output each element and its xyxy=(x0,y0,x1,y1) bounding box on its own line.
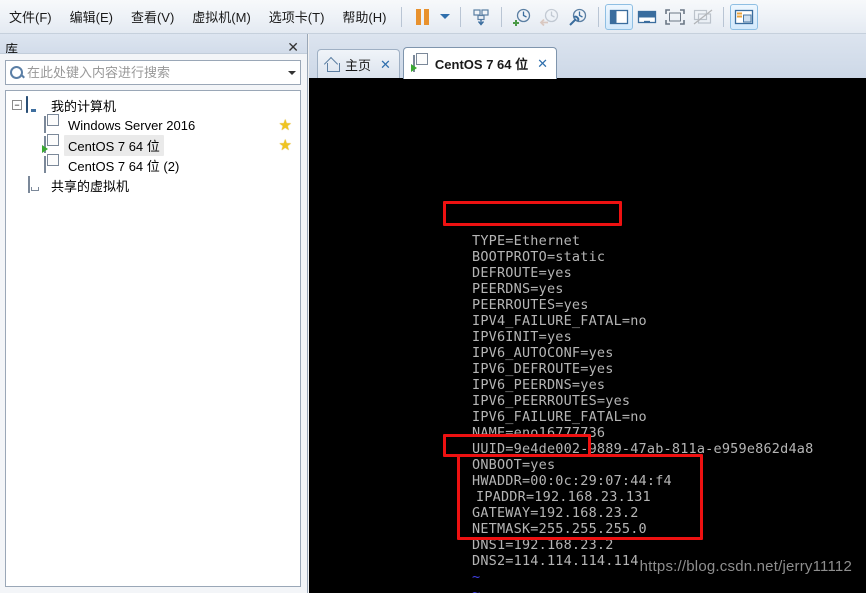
vm-icon xyxy=(43,156,59,173)
highlight-bootproto xyxy=(443,201,622,226)
home-icon xyxy=(326,59,340,72)
sidebar-title: 库 xyxy=(5,42,19,54)
revert-snapshot-button[interactable] xyxy=(536,4,564,30)
library-panel-icon xyxy=(610,9,629,24)
search-input[interactable] xyxy=(23,64,283,81)
chevron-down-icon[interactable] xyxy=(288,70,296,75)
tree-item-label: Windows Server 2016 xyxy=(68,117,196,133)
send-ctrl-alt-del-button[interactable] xyxy=(467,4,495,30)
terminal-line: ONBOOT=yes xyxy=(472,457,556,473)
console-view-icon xyxy=(735,9,754,24)
take-snapshot-button[interactable] xyxy=(508,4,536,30)
pause-icon xyxy=(415,8,429,25)
menu-help[interactable]: 帮助(H) xyxy=(333,3,395,30)
tree-item-centos-7-64[interactable]: CentOS 7 64 位 ★ xyxy=(6,134,300,156)
terminal-line: TYPE=Ethernet xyxy=(472,233,581,249)
fullscreen-icon xyxy=(665,8,686,25)
console-view-button[interactable] xyxy=(730,3,759,30)
vm-icon xyxy=(43,116,59,133)
vm-icon xyxy=(412,54,428,72)
unity-mode-icon xyxy=(694,8,713,25)
terminal-line: PEERDNS=yes xyxy=(472,281,564,297)
menu-vm[interactable]: 虚拟机(M) xyxy=(183,3,260,30)
terminal-line: NAME=eno16777736 xyxy=(472,425,606,441)
vm-icon-running xyxy=(43,136,59,153)
search-icon xyxy=(10,66,23,79)
terminal-empty-line: ~ xyxy=(472,585,481,593)
terminal-line: DNS1=192.168.23.2 xyxy=(472,537,614,553)
tree-item-shared-vms[interactable]: 共享的虚拟机 xyxy=(6,175,300,195)
chevron-down-icon xyxy=(440,14,451,19)
terminal-line: BOOTPROTO=static xyxy=(472,249,606,265)
terminal-line: HWADDR=00:0c:29:07:44:f4 xyxy=(472,473,672,489)
snapshot-revert-icon xyxy=(540,8,559,26)
tree-item-label: 共享的虚拟机 xyxy=(51,178,130,194)
menu-bar: 文件(F) 编辑(E) 查看(V) 虚拟机(M) 选项卡(T) 帮助(H) xyxy=(0,0,866,34)
terminal-line: IPV6_DEFROUTE=yes xyxy=(472,361,614,377)
thumbnail-bar-icon xyxy=(638,10,657,23)
tab-centos-7-64[interactable]: CentOS 7 64 位 ✕ xyxy=(402,47,558,79)
watermark: https://blog.csdn.net/jerry11112 xyxy=(639,558,852,575)
terminal-line: IPV6INIT=yes xyxy=(472,329,572,345)
expander-icon[interactable]: − xyxy=(12,100,22,110)
terminal-line: IPV6_PEERROUTES=yes xyxy=(472,393,631,409)
snapshot-manager-button[interactable] xyxy=(564,4,592,30)
close-icon[interactable]: ✕ xyxy=(537,56,548,72)
favorite-star-icon[interactable]: ★ xyxy=(279,138,292,153)
favorite-star-icon[interactable]: ★ xyxy=(279,118,292,133)
toolbar-divider-5 xyxy=(723,6,725,27)
terminal-line: GATEWAY=192.168.23.2 xyxy=(472,505,639,521)
send-key-icon xyxy=(473,8,490,26)
menu-tabs[interactable]: 选项卡(T) xyxy=(260,3,334,30)
pause-button[interactable] xyxy=(408,4,436,30)
vm-console[interactable]: TYPE=Ethernet BOOTPROTO=static DEFROUTE=… xyxy=(309,78,866,593)
close-icon[interactable]: ✕ xyxy=(380,57,391,73)
tree-item-my-computer[interactable]: − 我的计算机 xyxy=(6,95,300,115)
show-library-button[interactable] xyxy=(605,3,634,30)
tab-home[interactable]: 主页 ✕ xyxy=(317,49,400,79)
tree-item-centos-7-64-2[interactable]: CentOS 7 64 位 (2) xyxy=(6,155,300,175)
terminal-output: TYPE=Ethernet BOOTPROTO=static DEFROUTE=… xyxy=(309,78,866,593)
terminal-line: IPADDR=192.168.23.131 xyxy=(476,489,651,505)
terminal-line: IPV6_AUTOCONF=yes xyxy=(472,345,614,361)
terminal-line: NETMASK=255.255.255.0 xyxy=(472,521,647,537)
menu-view[interactable]: 查看(V) xyxy=(122,3,183,30)
sidebar-title-bar: 库 ✕ xyxy=(0,34,307,54)
snapshot-manager-icon xyxy=(569,8,587,26)
toolbar-divider-2 xyxy=(460,6,462,27)
terminal-line: DNS2=114.114.114.114 xyxy=(472,553,639,569)
tree-item-windows-server-2016[interactable]: Windows Server 2016 ★ xyxy=(6,115,300,135)
terminal-line: IPV6_PEERDNS=yes xyxy=(472,377,606,393)
monitor-icon xyxy=(26,96,42,113)
terminal-empty-line: ~ xyxy=(472,569,481,585)
shared-vm-icon xyxy=(26,176,42,193)
toolbar-divider-1 xyxy=(401,6,403,27)
show-thumbnails-button[interactable] xyxy=(633,4,661,30)
tab-label: 主页 xyxy=(345,58,372,73)
unity-mode-button[interactable] xyxy=(689,4,717,30)
full-screen-button[interactable] xyxy=(661,4,689,30)
tree-item-label: CentOS 7 64 位 (2) xyxy=(68,158,180,174)
tab-strip: 主页 ✕ CentOS 7 64 位 ✕ xyxy=(309,34,866,79)
search-box[interactable] xyxy=(5,60,301,85)
tab-label: CentOS 7 64 位 xyxy=(434,57,529,72)
terminal-line: IPV4_FAILURE_FATAL=no xyxy=(472,313,647,329)
vm-pane: 主页 ✕ CentOS 7 64 位 ✕ TYPE=Ethernet BOOTP… xyxy=(309,34,866,593)
snapshot-add-icon xyxy=(513,8,531,26)
tree-item-label: 我的计算机 xyxy=(51,98,117,114)
toolbar-divider-4 xyxy=(598,6,600,27)
library-sidebar: 库 ✕ − 我的计算机 Windows Server 2016 ★ CentOS… xyxy=(0,34,308,593)
terminal-line: PEERROUTES=yes xyxy=(472,297,589,313)
terminal-line: UUID=9e4de002-9889-47ab-811a-e959e862d4a… xyxy=(472,441,814,457)
power-dropdown-button[interactable] xyxy=(436,4,454,30)
vm-tree: − 我的计算机 Windows Server 2016 ★ CentOS 7 6… xyxy=(5,90,301,587)
toolbar-divider-3 xyxy=(501,6,503,27)
menu-file[interactable]: 文件(F) xyxy=(0,3,61,30)
menu-edit[interactable]: 编辑(E) xyxy=(61,3,122,30)
tree-item-label: CentOS 7 64 位 xyxy=(64,134,164,156)
terminal-line: DEFROUTE=yes xyxy=(472,265,572,281)
terminal-line: IPV6_FAILURE_FATAL=no xyxy=(472,409,647,425)
close-icon[interactable]: ✕ xyxy=(285,40,301,53)
